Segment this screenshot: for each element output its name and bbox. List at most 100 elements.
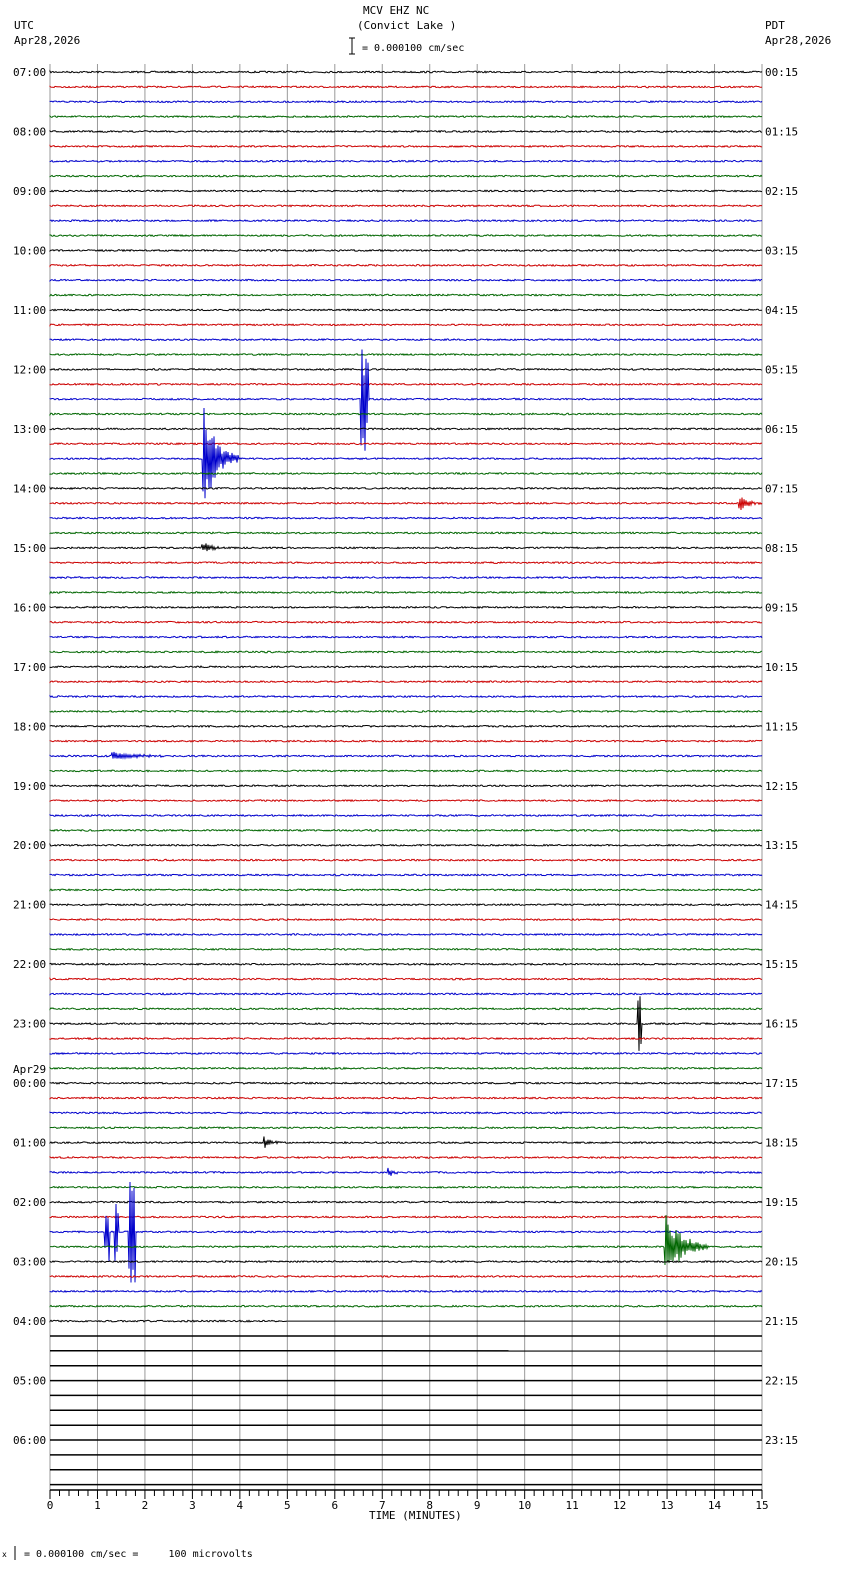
trace-row-65	[49, 1036, 763, 1041]
trace-row-69	[49, 1096, 763, 1100]
date-change-label: Apr29	[13, 1063, 46, 1076]
x-tick-label: 1	[94, 1499, 101, 1512]
trace-row-58	[49, 932, 763, 937]
trace-row-13	[49, 263, 763, 268]
x-tick-label: 7	[379, 1499, 386, 1512]
pdt-hour-label: 09:15	[765, 601, 798, 614]
pdt-hour-label: 16:15	[765, 1018, 798, 1031]
trace-row-28	[49, 485, 763, 491]
trace-row-44	[49, 724, 763, 729]
trace-row-27	[49, 471, 763, 476]
trace-row-73	[49, 1155, 763, 1160]
trace-row-48	[49, 784, 763, 788]
trace-row-64	[49, 996, 762, 1051]
trace-row-7	[49, 174, 763, 178]
x-tick-label: 11	[566, 1499, 579, 1512]
trace-row-84	[49, 1319, 762, 1323]
trace-row-5	[49, 144, 763, 148]
trace-row-43	[49, 709, 763, 714]
utc-hour-label: 00:00	[13, 1077, 46, 1090]
utc-hour-label: 16:00	[13, 601, 46, 614]
trace-row-31	[49, 531, 763, 535]
pdt-hour-label: 02:15	[765, 185, 798, 198]
trace-row-54	[49, 873, 763, 877]
trace-row-70	[49, 1111, 763, 1115]
x-tick-label: 10	[518, 1499, 531, 1512]
pdt-hour-label: 13:15	[765, 839, 798, 852]
x-tick-label: 0	[47, 1499, 54, 1512]
utc-hour-label: 15:00	[13, 542, 46, 555]
trace-row-2	[49, 100, 763, 104]
utc-hour-label: 18:00	[13, 720, 46, 733]
trace-row-14	[49, 278, 763, 283]
trace-row-35	[49, 590, 762, 595]
x-tick-label: 3	[189, 1499, 196, 1512]
trace-row-33	[49, 561, 763, 565]
trace-row-30	[49, 516, 763, 520]
utc-hour-label: 05:00	[13, 1375, 46, 1388]
trace-row-47	[49, 769, 763, 773]
trace-row-80	[49, 1259, 763, 1264]
utc-hour-label: 11:00	[13, 304, 46, 317]
trace-row-40	[49, 665, 763, 669]
x-tick-label: 2	[142, 1499, 149, 1512]
trace-row-29	[49, 497, 763, 510]
x-tick-label: 5	[284, 1499, 291, 1512]
pdt-hour-label: 20:15	[765, 1256, 798, 1269]
pdt-hour-label: 01:15	[765, 125, 798, 138]
trace-row-38	[49, 635, 763, 639]
trace-row-37	[49, 620, 763, 624]
trace-row-6	[49, 159, 763, 163]
utc-hour-label: 21:00	[13, 899, 46, 912]
x-tick-label: 15	[755, 1499, 768, 1512]
trace-row-22	[49, 349, 763, 451]
seismogram-plot: 07:00 08:00 09:00 10:00 11:00 12:00 13:00 14:00…	[13, 37, 798, 1560]
utc-hour-label: 08:00	[13, 125, 46, 138]
trace-row-26	[49, 407, 763, 499]
pdt-hour-label: 23:15	[765, 1434, 798, 1447]
trace-row-24	[49, 427, 763, 431]
x-tick-label: 6	[331, 1499, 338, 1512]
x-tick-label: 13	[660, 1499, 673, 1512]
trace-row-0	[49, 69, 763, 74]
utc-hour-label: 06:00	[13, 1434, 46, 1447]
trace-row-76	[49, 1200, 763, 1204]
trace-row-1	[49, 85, 763, 89]
trace-row-21	[49, 382, 763, 386]
pdt-hour-label: 18:15	[765, 1137, 798, 1150]
trace-row-72	[49, 1136, 763, 1148]
utc-hour-label: 12:00	[13, 363, 46, 376]
utc-hour-label: 20:00	[13, 839, 46, 852]
trace-row-53	[49, 858, 763, 862]
trace-row-45	[49, 739, 763, 743]
trace-row-42	[49, 694, 763, 699]
trace-row-12	[49, 248, 763, 253]
trace-row-46	[49, 751, 763, 760]
pdt-hour-label: 10:15	[765, 661, 798, 674]
trace-row-81	[49, 1274, 763, 1279]
pdt-hour-label: 12:15	[765, 780, 798, 793]
pdt-hour-label: 08:15	[765, 542, 798, 555]
x-tick-label: 8	[426, 1499, 433, 1512]
pdt-hour-label: 19:15	[765, 1196, 798, 1209]
trace-row-77	[49, 1215, 762, 1219]
pdt-hour-label: 15:15	[765, 958, 798, 971]
trace-row-51	[49, 828, 763, 833]
x-tick-label: 12	[613, 1499, 626, 1512]
trace-row-39	[49, 650, 763, 654]
trace-row-55	[49, 888, 763, 892]
pdt-hour-label: 17:15	[765, 1077, 798, 1090]
utc-hour-label: 19:00	[13, 780, 46, 793]
pdt-hour-label: 03:15	[765, 244, 798, 257]
trace-row-15	[49, 293, 763, 298]
pdt-hour-label: 07:15	[765, 482, 798, 495]
utc-hour-label: 10:00	[13, 244, 46, 257]
trace-row-10	[49, 219, 763, 223]
utc-hour-label: 14:00	[13, 482, 46, 495]
trace-row-41	[49, 680, 763, 684]
pdt-hour-label: 11:15	[765, 720, 798, 733]
trace-row-83	[49, 1304, 763, 1308]
trace-row-25	[49, 442, 763, 446]
trace-row-67	[49, 1066, 763, 1070]
trace-row-34	[49, 575, 763, 580]
